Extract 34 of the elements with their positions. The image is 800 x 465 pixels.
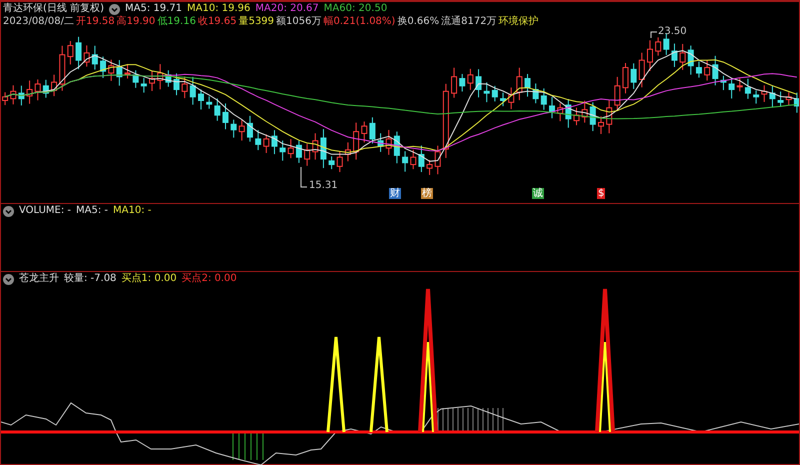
leader-line <box>300 166 308 188</box>
moving-average-value: MA20: 20.67 <box>255 3 319 15</box>
indicator-label: 买点1: 0.00 <box>121 273 177 285</box>
quote-field: 开19.58 <box>76 16 115 28</box>
quote-field: 额1056万 <box>276 16 322 28</box>
moving-average-value: MA10: 19.96 <box>187 3 250 15</box>
collapse-icon[interactable] <box>108 4 120 14</box>
quote-field: 低19.16 <box>157 16 196 28</box>
quote-field: 收19.65 <box>198 16 237 28</box>
event-marker[interactable]: 财 <box>389 188 401 199</box>
leader-line <box>650 32 658 38</box>
moving-average-value: MA60: 20.50 <box>324 3 388 15</box>
quote-field: 幅0.21(1.08%) <box>323 16 396 28</box>
quote-field: 2023/08/08/二 <box>3 16 74 28</box>
quote-field: 流通8172万 <box>441 16 497 28</box>
quote-field: 量5399 <box>238 16 274 28</box>
event-marker[interactable]: 诚 <box>532 188 544 199</box>
collapse-icon[interactable] <box>3 274 14 284</box>
volume-label: MA5: - <box>76 205 108 217</box>
indicator-label: 较量: -7.08 <box>64 273 116 285</box>
quote-field: 高19.90 <box>116 16 156 28</box>
stock-title: 青达环保(日线 前复权) <box>3 3 104 15</box>
high-price-label: 23.50 <box>658 26 687 37</box>
collapse-icon[interactable] <box>3 206 14 216</box>
low-price-label: 15.31 <box>309 180 338 191</box>
event-marker[interactable]: 榜 <box>421 188 433 199</box>
indicator-label: 苍龙主升 <box>19 273 59 285</box>
volume-label: VOLUME: - <box>19 205 72 217</box>
moving-average-value: MA5: 19.71 <box>124 3 182 15</box>
event-marker[interactable]: $ <box>597 188 606 199</box>
volume-label: MA10: - <box>113 205 152 217</box>
indicator-label: 买点2: 0.00 <box>182 273 237 285</box>
quote-field: 换0.66% <box>397 16 440 28</box>
quote-field: 环境保护 <box>498 16 539 28</box>
